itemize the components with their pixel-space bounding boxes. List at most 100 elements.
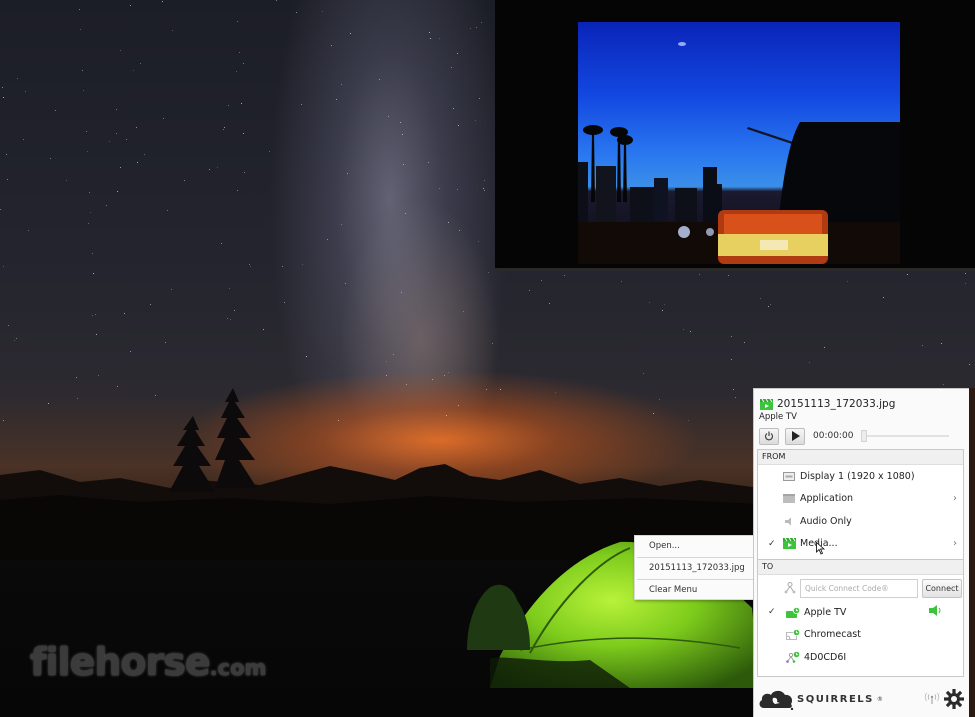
star [448,222,449,223]
star [476,27,477,28]
star [217,167,218,168]
star [3,420,4,421]
star [341,224,342,225]
menu-item-open[interactable]: Open... [635,536,757,557]
star [282,266,283,267]
star [699,274,700,275]
power-button[interactable] [759,427,779,445]
star [136,127,137,128]
star [555,392,556,393]
device-apple-tv[interactable]: ✓ Apple TV [758,601,963,624]
device-4d0cd6i[interactable]: 4D0CD6I [758,646,963,669]
quick-connect-code-input[interactable] [800,579,918,598]
broadcast-icon[interactable] [924,693,940,705]
star [117,386,118,387]
star [922,345,923,346]
star [943,384,944,385]
star [244,172,245,173]
star [428,162,429,163]
star [549,303,550,304]
star [809,362,810,363]
star [98,375,99,376]
star [649,302,650,303]
source-media[interactable]: ✓ Media... › [758,533,963,556]
menu-item-recent-file[interactable]: 20151113_172033.jpg [635,558,757,579]
preview-image [578,22,900,264]
star [744,342,745,343]
star [223,129,224,130]
star [393,354,394,355]
source-audio-only-label: Audio Only [800,515,852,527]
star [227,318,228,319]
playback-slider[interactable] [861,430,950,442]
star [345,283,346,284]
panel-shadow-edge [969,388,975,717]
star [3,97,4,98]
chevron-right-icon: › [953,493,957,505]
star [458,405,459,406]
star [124,313,125,314]
star [457,189,458,190]
star [117,191,118,192]
star [155,395,156,396]
source-display[interactable]: Display 1 (1920 x 1080) [758,465,963,488]
star [336,99,337,100]
star [492,343,493,344]
star [401,292,402,293]
play-button[interactable] [785,427,805,445]
star [429,32,430,33]
star [453,108,454,109]
star [463,311,464,312]
star [400,122,401,123]
star [564,275,565,276]
star [451,67,452,68]
star [133,70,134,71]
display-icon [782,470,796,482]
star [296,12,297,13]
star [92,253,93,254]
star [301,104,302,105]
volume-icon[interactable] [929,605,943,619]
star [23,139,24,140]
star [237,21,238,22]
star [92,315,93,316]
star [80,29,81,30]
gear-icon[interactable] [944,689,964,709]
star [150,304,151,305]
star [3,266,4,267]
star [478,241,479,242]
media-context-menu: Open... 20151113_172033.jpg Clear Menu [634,535,758,600]
moon [678,42,686,46]
star [302,264,303,265]
brand-name: SQUIRRELS [797,693,874,705]
star [541,280,542,281]
source-audio-only[interactable]: Audio Only [758,510,963,533]
panel-footer: SQUIRRELS ® [754,683,970,717]
menu-item-clear-menu[interactable]: Clear Menu [635,580,757,601]
device-4d0cd6i-label: 4D0CD6I [804,651,847,663]
star [165,342,166,343]
checkmark-icon: ✓ [768,538,776,549]
device-chromecast[interactable]: Chromecast [758,624,963,647]
star [347,173,348,174]
star [331,45,332,46]
star [770,304,771,305]
target-device-label: Apple TV [759,412,797,422]
playback-time: 00:00:00 [813,431,854,441]
source-application-label: Application [800,493,854,505]
star [140,63,141,64]
star [228,105,229,106]
source-application[interactable]: Application › [758,488,963,511]
star [126,139,127,140]
star [77,398,78,399]
star [184,180,185,181]
slider-thumb[interactable] [861,430,868,442]
star [7,179,8,180]
star [402,134,403,135]
preview-window-edge [495,268,975,271]
quick-connect-icon [784,582,796,594]
star [379,79,380,80]
star [276,0,277,1]
star [250,266,251,267]
connect-button[interactable]: Connect [922,579,962,598]
